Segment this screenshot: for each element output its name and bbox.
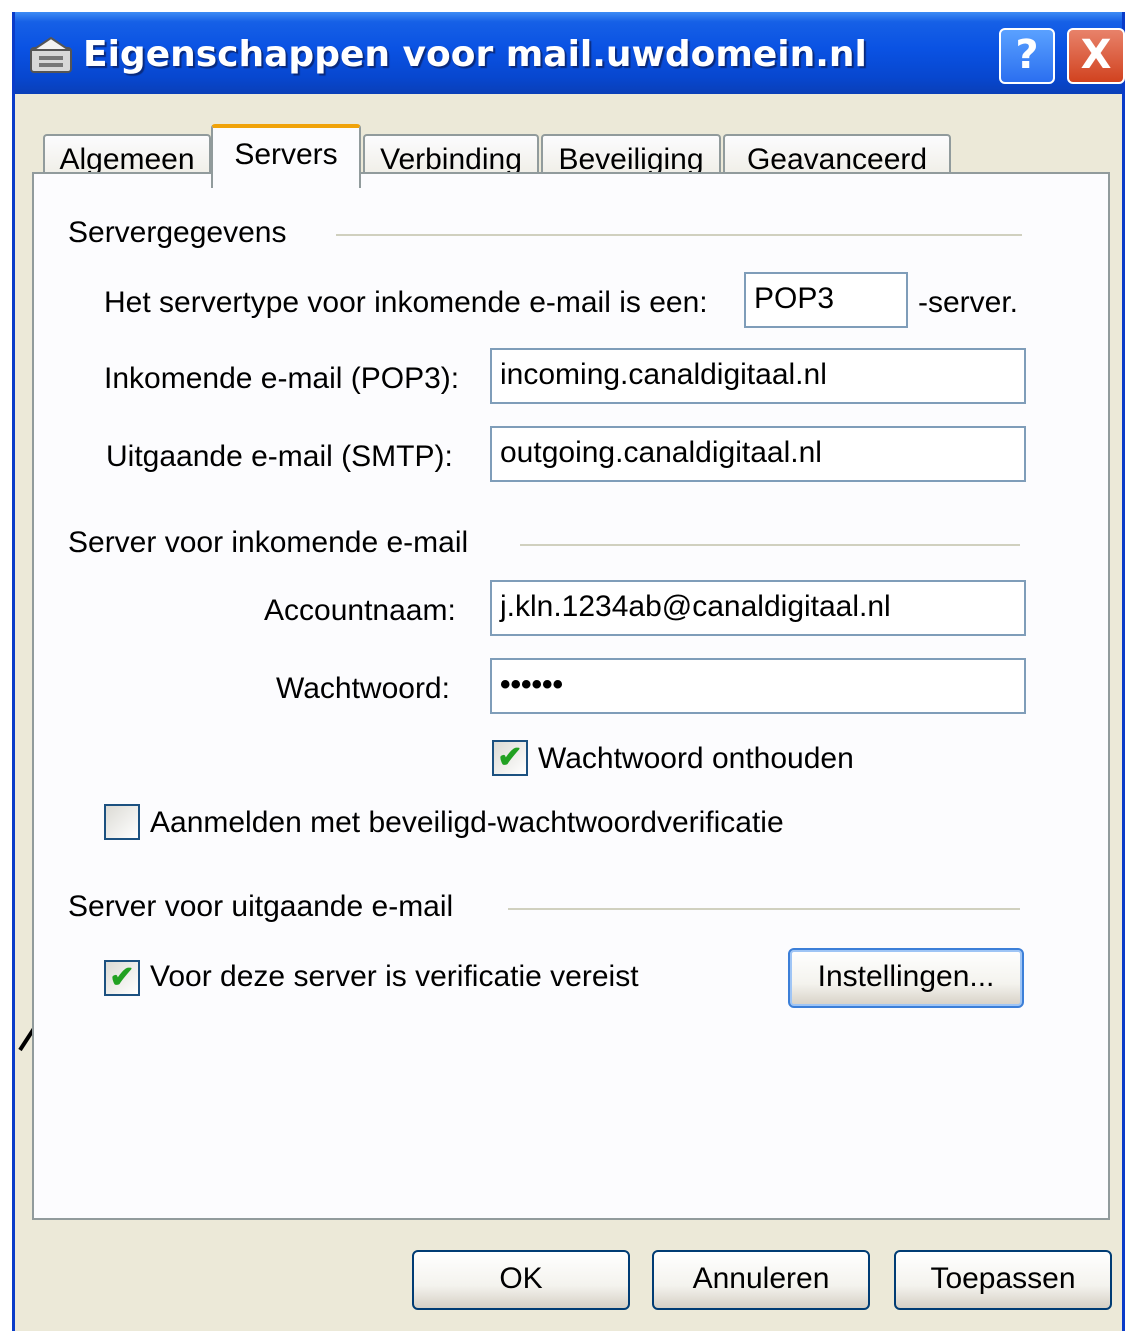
server-suffix-label: -server.: [918, 286, 1019, 319]
apply-button[interactable]: Toepassen: [894, 1250, 1112, 1310]
remember-password-label: Wachtwoord onthouden: [538, 742, 854, 775]
smtp-auth-label: Voor deze server is verificatie vereist: [150, 960, 639, 993]
remember-password-checkbox[interactable]: ✔: [492, 740, 528, 776]
smtp-auth-checkbox[interactable]: ✔: [104, 960, 140, 996]
title-bar[interactable]: Eigenschappen voor mail.uwdomein.nl ? X: [15, 12, 1125, 94]
account-name-label: Accountnaam:: [264, 594, 456, 627]
outgoing-group-divider: [508, 908, 1020, 910]
window-title: Eigenschappen voor mail.uwdomein.nl: [83, 34, 867, 75]
server-type-label: Het servertype voor inkomende e-mail is …: [104, 286, 708, 319]
incoming-group-label: Server voor inkomende e-mail: [68, 526, 469, 559]
server-info-divider: [336, 234, 1022, 236]
incoming-group-divider: [520, 544, 1020, 546]
close-button[interactable]: X: [1067, 28, 1125, 84]
mail-server-icon: [29, 36, 73, 73]
server-type-field: POP3: [744, 272, 908, 328]
ok-button[interactable]: OK: [412, 1250, 630, 1310]
settings-button[interactable]: Instellingen...: [788, 948, 1024, 1008]
secure-password-auth-label: Aanmelden met beveiligd-wachtwoordverifi…: [150, 806, 784, 839]
tab-servers[interactable]: Servers: [211, 124, 361, 188]
help-button[interactable]: ?: [999, 28, 1055, 84]
incoming-server-input[interactable]: incoming.canaldigitaal.nl: [490, 348, 1026, 404]
secure-password-auth-checkbox[interactable]: [104, 804, 140, 840]
server-info-group-label: Servergegevens: [68, 216, 287, 249]
account-name-input[interactable]: j.kln.1234ab@canaldigitaal.nl: [490, 580, 1026, 636]
outgoing-group-label: Server voor uitgaande e-mail: [68, 890, 454, 923]
outgoing-server-label: Uitgaande e-mail (SMTP):: [106, 440, 453, 473]
cancel-button[interactable]: Annuleren: [652, 1250, 870, 1310]
incoming-server-label: Inkomende e-mail (POP3):: [104, 362, 460, 395]
outgoing-server-input[interactable]: outgoing.canaldigitaal.nl: [490, 426, 1026, 482]
password-input[interactable]: ••••••: [490, 658, 1026, 714]
servers-tab-panel: Servergegevens Het servertype voor inkom…: [32, 172, 1110, 1220]
password-label: Wachtwoord:: [276, 672, 450, 705]
